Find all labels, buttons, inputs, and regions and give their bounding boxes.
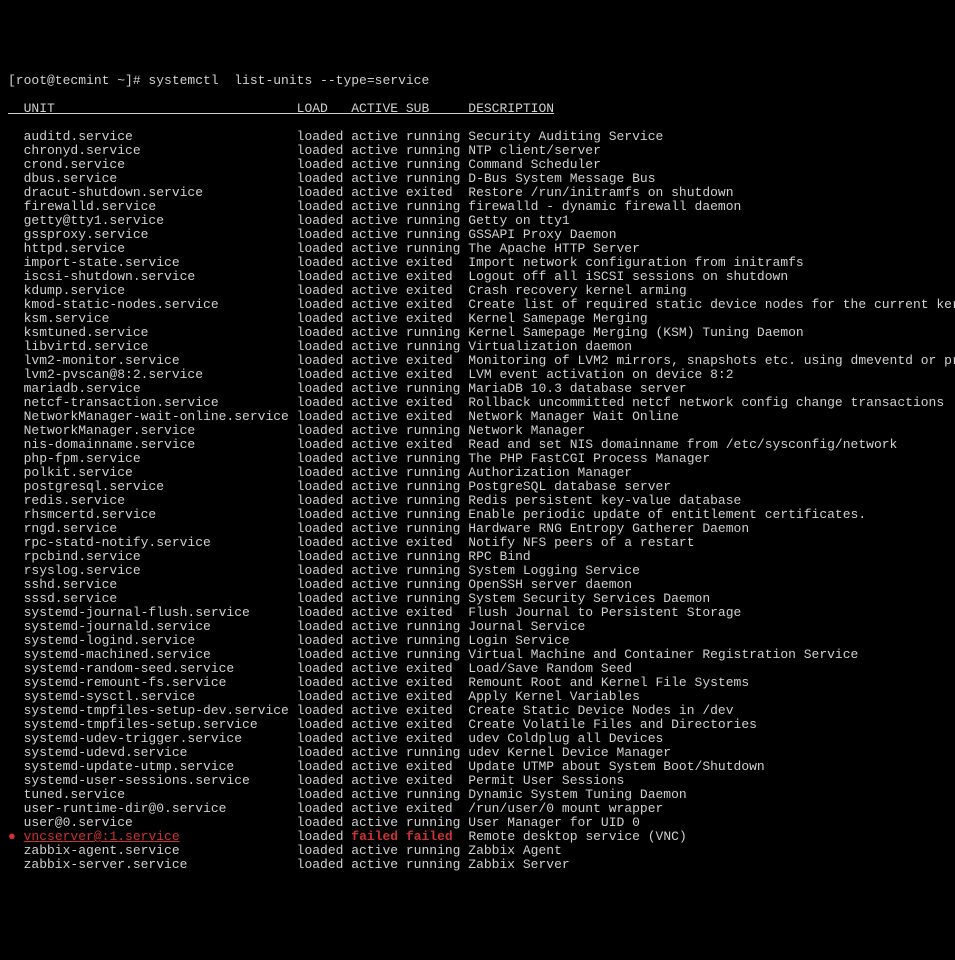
service-description: Remote desktop service (VNC) — [468, 829, 686, 844]
service-row: iscsi-shutdown.service loaded active exi… — [8, 270, 947, 284]
service-row: rngd.service loaded active running Hardw… — [8, 522, 947, 536]
service-row: systemd-journal-flush.service loaded act… — [8, 606, 947, 620]
service-row: mariadb.service loaded active running Ma… — [8, 382, 947, 396]
service-row: kdump.service loaded active exited Crash… — [8, 284, 947, 298]
prompt-user-host: [root@tecmint ~]# — [8, 73, 141, 88]
service-load: loaded — [297, 829, 352, 844]
service-row: sshd.service loaded active running OpenS… — [8, 578, 947, 592]
service-row: user-runtime-dir@0.service loaded active… — [8, 802, 947, 816]
service-row: lvm2-pvscan@8:2.service loaded active ex… — [8, 368, 947, 382]
service-row: systemd-sysctl.service loaded active exi… — [8, 690, 947, 704]
service-row: kmod-static-nodes.service loaded active … — [8, 298, 947, 312]
service-row: tuned.service loaded active running Dyna… — [8, 788, 947, 802]
service-row: NetworkManager.service loaded active run… — [8, 424, 947, 438]
service-row: zabbix-server.service loaded active runn… — [8, 858, 947, 872]
service-row: sssd.service loaded active running Syste… — [8, 592, 947, 606]
service-row: libvirtd.service loaded active running V… — [8, 340, 947, 354]
service-row: gssproxy.service loaded active running G… — [8, 228, 947, 242]
service-row: systemd-machined.service loaded active r… — [8, 648, 947, 662]
terminal-output: [root@tecmint ~]# systemctl list-units -… — [8, 60, 947, 886]
service-row: rpcbind.service loaded active running RP… — [8, 550, 947, 564]
service-sub: failed — [406, 829, 453, 844]
service-row: systemd-tmpfiles-setup.service loaded ac… — [8, 718, 947, 732]
service-row: import-state.service loaded active exite… — [8, 256, 947, 270]
service-row: dracut-shutdown.service loaded active ex… — [8, 186, 947, 200]
service-row: postgresql.service loaded active running… — [8, 480, 947, 494]
service-row: chronyd.service loaded active running NT… — [8, 144, 947, 158]
service-row: rsyslog.service loaded active running Sy… — [8, 564, 947, 578]
service-row: auditd.service loaded active running Sec… — [8, 130, 947, 144]
service-row: ksm.service loaded active exited Kernel … — [8, 312, 947, 326]
service-row: systemd-logind.service loaded active run… — [8, 634, 947, 648]
service-row: rhsmcertd.service loaded active running … — [8, 508, 947, 522]
service-row: systemd-user-sessions.service loaded act… — [8, 774, 947, 788]
prompt-line: [root@tecmint ~]# systemctl list-units -… — [8, 74, 947, 88]
service-row: systemd-udevd.service loaded active runn… — [8, 746, 947, 760]
service-row: systemd-tmpfiles-setup-dev.service loade… — [8, 704, 947, 718]
service-unit: vncserver@:1.service — [24, 829, 180, 844]
service-row: user@0.service loaded active running Use… — [8, 816, 947, 830]
service-row: zabbix-agent.service loaded active runni… — [8, 844, 947, 858]
service-row: systemd-journald.service loaded active r… — [8, 620, 947, 634]
service-row: php-fpm.service loaded active running Th… — [8, 452, 947, 466]
service-row: rpc-statd-notify.service loaded active e… — [8, 536, 947, 550]
service-row: systemd-random-seed.service loaded activ… — [8, 662, 947, 676]
service-row: redis.service loaded active running Redi… — [8, 494, 947, 508]
service-row: systemd-udev-trigger.service loaded acti… — [8, 732, 947, 746]
service-row: polkit.service loaded active running Aut… — [8, 466, 947, 480]
service-list: auditd.service loaded active running Sec… — [8, 130, 947, 872]
service-row: ● vncserver@:1.service loaded failed fai… — [8, 830, 947, 844]
service-row: crond.service loaded active running Comm… — [8, 158, 947, 172]
column-headers: UNIT LOAD ACTIVE SUB DESCRIPTION — [8, 102, 947, 116]
service-row: httpd.service loaded active running The … — [8, 242, 947, 256]
service-row: dbus.service loaded active running D-Bus… — [8, 172, 947, 186]
service-row: systemd-update-utmp.service loaded activ… — [8, 760, 947, 774]
service-active: failed — [351, 829, 406, 844]
service-row: nis-domainname.service loaded active exi… — [8, 438, 947, 452]
service-row: firewalld.service loaded active running … — [8, 200, 947, 214]
failed-bullet-icon: ● — [8, 829, 16, 844]
service-row: ksmtuned.service loaded active running K… — [8, 326, 947, 340]
service-row: lvm2-monitor.service loaded active exite… — [8, 354, 947, 368]
service-row: getty@tty1.service loaded active running… — [8, 214, 947, 228]
prompt-command: systemctl list-units --type=service — [141, 73, 430, 88]
service-row: NetworkManager-wait-online.service loade… — [8, 410, 947, 424]
service-row: netcf-transaction.service loaded active … — [8, 396, 947, 410]
service-row: systemd-remount-fs.service loaded active… — [8, 676, 947, 690]
